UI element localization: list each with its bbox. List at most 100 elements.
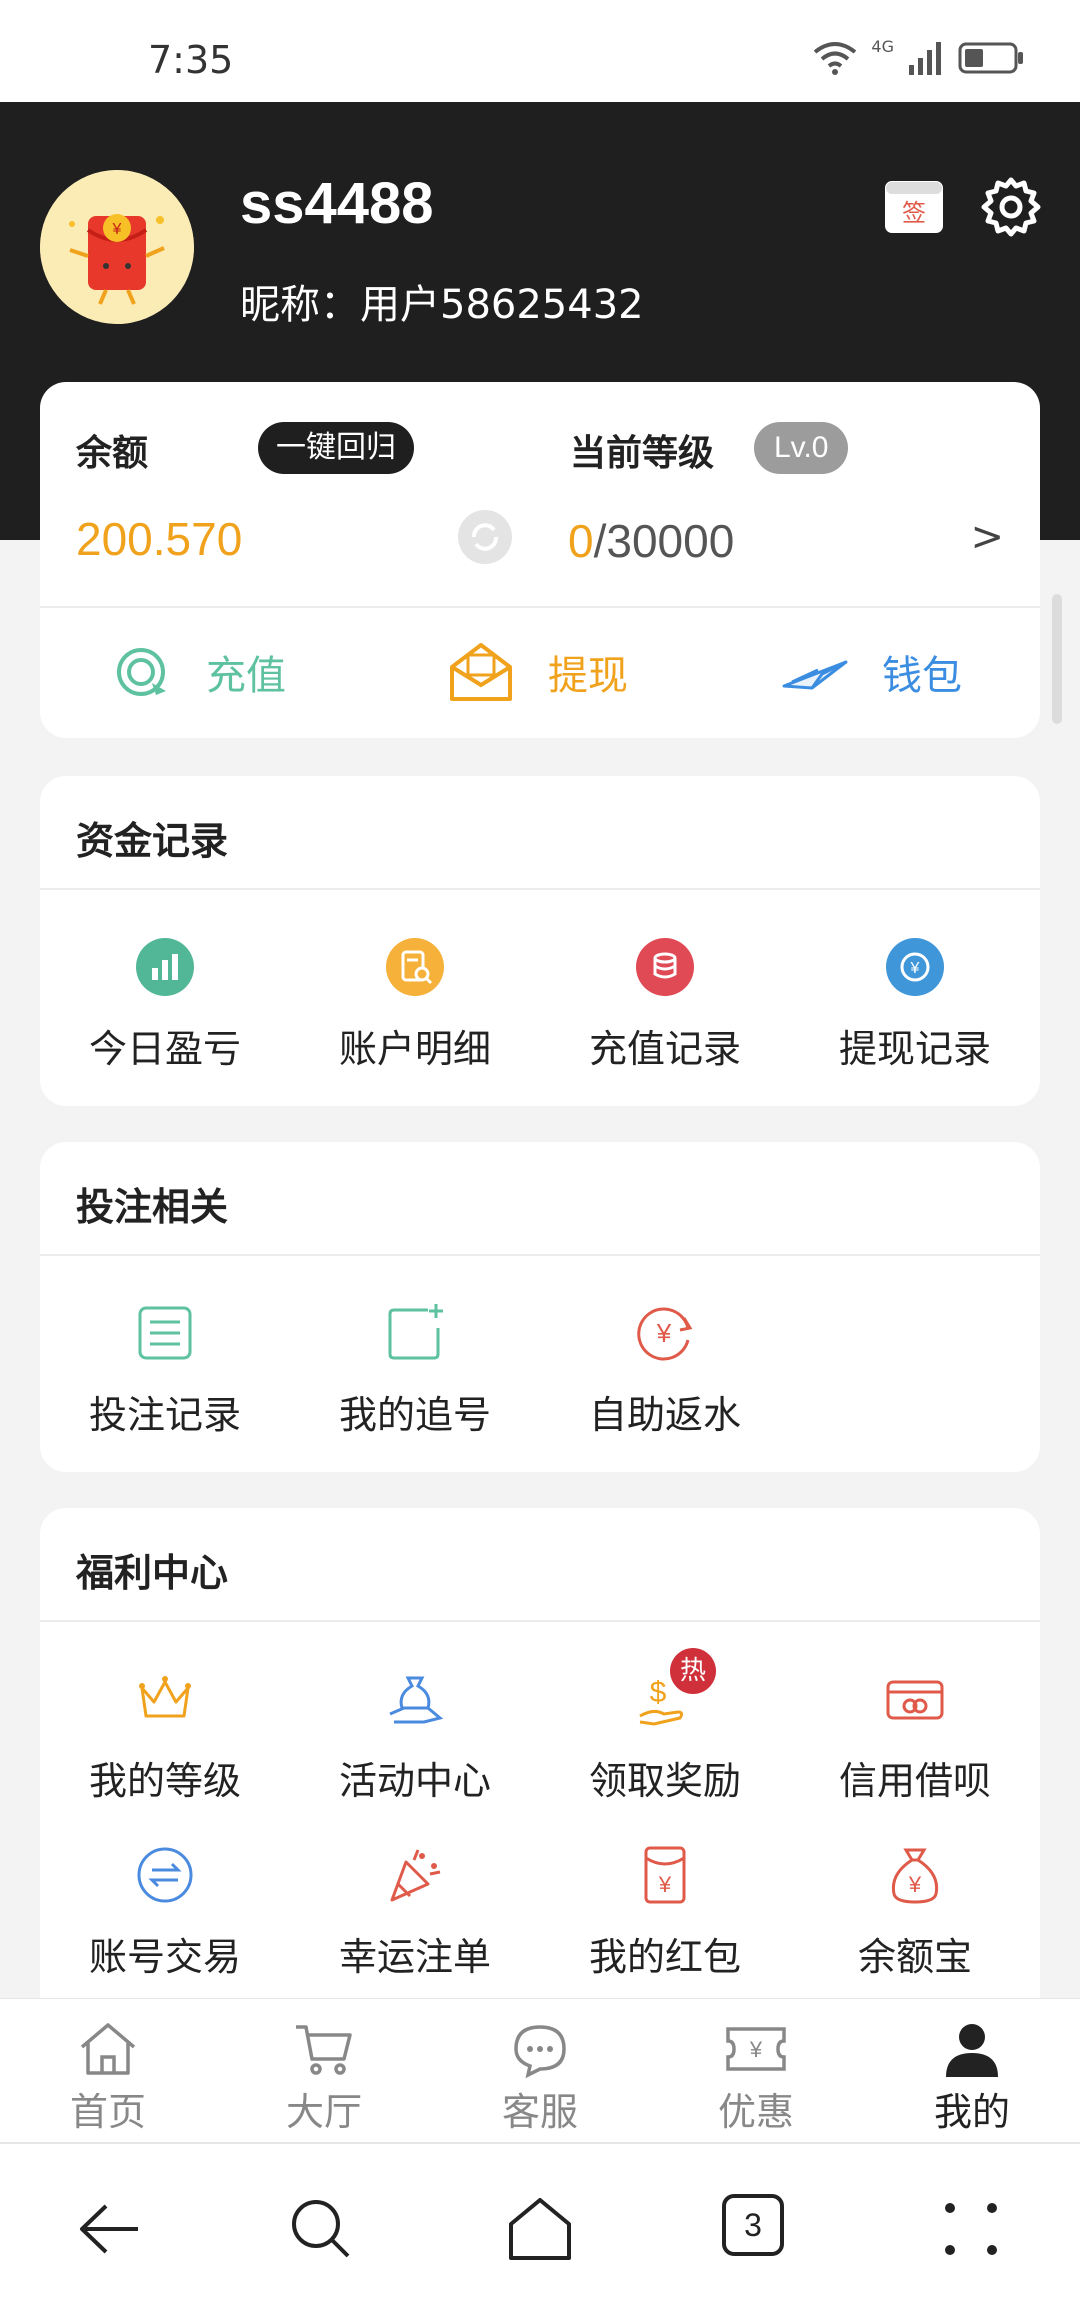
back-arrow-icon: [80, 2204, 138, 2254]
item-label: 充值记录: [588, 1027, 741, 1071]
item-label: 我的等级: [88, 1759, 241, 1803]
tab-label: 我的: [933, 2090, 1010, 2134]
check-in-button[interactable]: 签: [884, 176, 944, 236]
username: ss4488: [240, 171, 434, 236]
settings-button[interactable]: [980, 176, 1042, 238]
yuan-cycle-icon: ¥: [637, 1307, 693, 1361]
tab-lobby[interactable]: 大厅: [216, 1999, 432, 2143]
item-label: 我的红包: [588, 1935, 741, 1979]
party-popper-icon: [390, 1849, 441, 1902]
activity-center-item[interactable]: 活动中心: [290, 1668, 540, 1805]
yuan-refresh-icon: ¥: [886, 938, 944, 996]
section-title: 福利中心: [76, 1551, 229, 1595]
recharge-icon: [117, 648, 166, 696]
withdraw-records-item[interactable]: ¥ 提现记录: [790, 936, 1040, 1073]
bet-records-item[interactable]: 投注记录: [40, 1302, 290, 1439]
back-button[interactable]: [74, 2194, 144, 2264]
status-icons: 4G: [813, 37, 1024, 76]
recharge-records-item[interactable]: 充值记录: [540, 936, 790, 1073]
item-label: 提现记录: [838, 1027, 991, 1071]
cart-icon: [296, 2025, 352, 2075]
svg-text:¥: ¥: [908, 1872, 922, 1897]
document-search-icon: [386, 938, 444, 996]
lucky-bet-item[interactable]: 幸运注单: [290, 1844, 540, 1981]
my-chase-item[interactable]: 我的追号: [290, 1302, 540, 1439]
level-label: 当前等级: [570, 433, 715, 474]
recharge-button[interactable]: 充值: [114, 634, 286, 710]
level-total: /30000: [593, 515, 735, 567]
item-label: 领取奖励: [588, 1759, 741, 1803]
item-label: 活动中心: [338, 1759, 491, 1803]
tabs-count-icon: 3: [722, 2194, 784, 2256]
paper-plane-icon: [782, 660, 848, 690]
section-title: 投注相关: [76, 1185, 229, 1229]
tab-promotions[interactable]: ¥ 优惠: [648, 1999, 864, 2143]
recharge-label: 充值: [206, 653, 286, 699]
credit-card-icon: [886, 1680, 944, 1720]
balance-treasure-item[interactable]: ¥ 余额宝: [790, 1844, 1040, 1981]
red-envelope-avatar-icon: ¥: [40, 170, 194, 324]
calendar-sign-icon: 签: [885, 181, 943, 233]
chat-icon: [514, 2025, 566, 2079]
ticket-icon: ¥: [726, 2027, 786, 2071]
my-red-envelope-item[interactable]: ¥ 我的红包: [540, 1844, 790, 1981]
home-button[interactable]: [505, 2194, 575, 2264]
svg-text:¥: ¥: [656, 1318, 672, 1348]
credit-loan-item[interactable]: 信用借呗: [790, 1668, 1040, 1805]
tab-service[interactable]: 客服: [432, 1999, 648, 2143]
system-nav-bar: 3: [0, 2142, 1080, 2310]
svg-text:$: $: [650, 1676, 667, 1709]
svg-text:¥: ¥: [112, 221, 122, 238]
item-label: 今日盈亏: [88, 1027, 241, 1071]
svg-text:¥: ¥: [910, 960, 920, 977]
item-label: 余额宝: [857, 1935, 972, 1979]
refresh-balance-button[interactable]: [458, 510, 512, 564]
level-arrow-button[interactable]: >: [970, 514, 1004, 560]
balance-label: 余额: [76, 433, 149, 474]
search-button[interactable]: [286, 2194, 356, 2264]
claim-reward-item[interactable]: $ 领取奖励: [540, 1668, 790, 1805]
daily-profit-item[interactable]: 今日盈亏: [40, 936, 290, 1073]
self-rebate-item[interactable]: ¥ 自助返水: [540, 1302, 790, 1439]
level-current: 0: [568, 515, 594, 567]
tab-label: 大厅: [285, 2090, 362, 2134]
tab-home[interactable]: 首页: [0, 1999, 216, 2143]
wallet-button[interactable]: 钱包: [782, 634, 962, 710]
item-label: 投注记录: [88, 1393, 241, 1437]
battery-icon: [958, 42, 1023, 74]
item-label: 自助返水: [588, 1393, 741, 1437]
withdraw-label: 提现: [548, 653, 628, 699]
item-label: 我的追号: [338, 1393, 491, 1437]
crown-icon: [139, 1676, 191, 1718]
status-time: 7:35: [148, 38, 234, 82]
search-icon: [292, 2200, 350, 2258]
home-outline-icon: [509, 2198, 571, 2260]
account-trade-item[interactable]: 账号交易: [40, 1844, 290, 1981]
balance-value: 200.570: [76, 513, 243, 565]
exchange-icon: [137, 1847, 193, 1903]
list-icon: [138, 1306, 192, 1360]
item-label: 信用借呗: [838, 1759, 991, 1803]
scrollbar[interactable]: [1052, 594, 1062, 724]
reclaim-button[interactable]: 一键回归: [258, 422, 414, 474]
dots-grid-icon: [945, 2203, 997, 2255]
svg-text:¥: ¥: [749, 2037, 763, 2062]
tabs-button[interactable]: 3: [722, 2194, 792, 2264]
my-level-item[interactable]: 我的等级: [40, 1668, 290, 1805]
withdraw-button[interactable]: 提现: [448, 634, 628, 710]
status-bar: 7:35 4G: [0, 0, 1080, 102]
add-note-icon: [388, 1304, 443, 1360]
money-bag-icon: ¥: [891, 1848, 939, 1904]
nickname: 昵称：用户58625432: [240, 282, 644, 328]
divider: [40, 1254, 1040, 1256]
divider: [40, 606, 1040, 608]
envelope-icon: [450, 643, 512, 701]
divider: [40, 1620, 1040, 1622]
refresh-icon: [472, 523, 498, 551]
item-label: 账户明细: [338, 1027, 491, 1071]
tab-mine[interactable]: 我的: [864, 1999, 1080, 2143]
menu-button[interactable]: [936, 2194, 1006, 2264]
avatar[interactable]: ¥: [40, 170, 194, 324]
gift-bag-icon: [389, 1676, 444, 1724]
account-details-item[interactable]: 账户明细: [290, 936, 540, 1073]
